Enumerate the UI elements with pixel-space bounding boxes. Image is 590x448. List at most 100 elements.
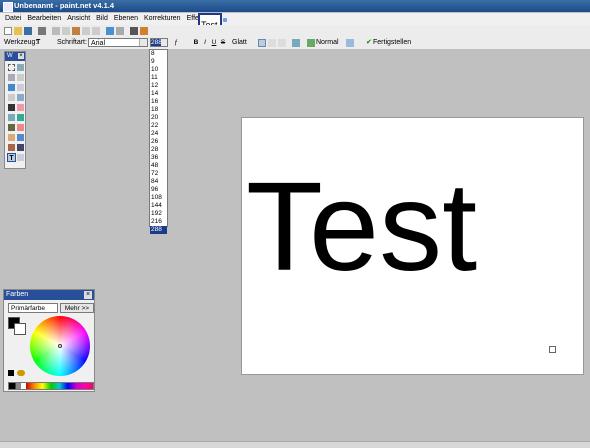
align-left-icon[interactable] [258,39,266,47]
font-size-option[interactable]: 24 [150,130,167,138]
close-image-icon[interactable] [223,18,227,22]
magic-wand-icon[interactable] [17,84,24,91]
recolor-icon[interactable] [8,144,15,151]
ruler-icon[interactable] [140,27,148,35]
open-icon[interactable] [14,27,22,35]
font-select[interactable]: Arial [88,38,148,47]
font-size-option[interactable]: 96 [150,186,167,194]
close-icon[interactable]: × [18,53,24,59]
menu-item-0[interactable]: Datei [2,13,24,25]
text-tool-icon[interactable]: T [36,37,40,49]
font-size-option[interactable]: 20 [150,114,167,122]
font-size-option[interactable]: 216 [150,218,167,226]
bold-button[interactable]: B [192,39,200,47]
font-size-option[interactable]: 8 [150,50,167,58]
font-size-dropdown[interactable]: 8 9 10 11 12 14 16 18 20 22 24 26 28 36 48 72 84 96 108 144… [149,49,168,234]
align-right-icon[interactable] [278,39,286,47]
chevron-down-icon[interactable] [139,39,147,46]
color-wheel[interactable] [30,316,90,376]
print-icon[interactable] [38,27,46,35]
paint-bucket-icon[interactable] [8,104,15,111]
undo-icon[interactable] [106,27,114,35]
font-smoothing-icon[interactable]: ƒ [172,39,180,47]
blend-icon[interactable] [292,39,300,47]
menu-item-4[interactable]: Ebenen [111,13,141,25]
zoom-icon[interactable] [8,84,15,91]
menu-item-1[interactable]: Bearbeiten [24,13,64,25]
font-size-option[interactable]: 10 [150,66,167,74]
menu-item-2[interactable]: Ansicht [64,13,93,25]
secondary-color-swatch[interactable] [14,323,26,335]
font-size-option[interactable]: 14 [150,90,167,98]
copy-icon[interactable] [62,27,70,35]
color-wheel-cursor[interactable] [58,344,62,348]
menu-item-3[interactable]: Bild [93,13,111,25]
font-size-option[interactable]: 22 [150,122,167,130]
font-size-option[interactable]: 12 [150,82,167,90]
font-size-option[interactable]: 72 [150,170,167,178]
color-mode-value: Primärfarbe [11,305,45,312]
font-size-option[interactable]: 144 [150,202,167,210]
font-size-option[interactable]: 26 [150,138,167,146]
cut-icon[interactable] [52,27,60,35]
gradient-icon[interactable] [8,114,15,121]
clone-stamp-icon[interactable] [8,134,15,141]
redo-icon[interactable] [116,27,124,35]
tools-panel-header: W × [5,52,25,61]
font-size-option[interactable]: 192 [150,210,167,218]
move-icon[interactable] [17,64,24,71]
color-mode-select[interactable]: Primärfarbe [8,303,58,313]
close-icon[interactable]: × [84,291,92,299]
align-center-icon[interactable] [268,39,276,47]
line-icon[interactable] [17,144,24,151]
strikethrough-button[interactable]: S [219,39,227,47]
font-size-option[interactable]: 36 [150,154,167,162]
hand-icon[interactable] [17,104,24,111]
ellipse-select-icon[interactable] [8,94,15,101]
image-canvas[interactable]: Test [241,117,584,375]
blend-mode-icon [307,39,315,47]
save-icon[interactable] [24,27,32,35]
paintbrush-icon[interactable] [17,114,24,121]
reset-colors-icon[interactable] [8,370,14,376]
font-size-option[interactable]: 18 [150,106,167,114]
rectangle-select-icon[interactable] [8,64,15,71]
finish-button[interactable]: Fertigstellen [373,37,411,49]
font-size-option[interactable]: 28 [150,146,167,154]
move-selection-icon[interactable] [17,74,24,81]
font-size-option[interactable]: 108 [150,194,167,202]
lasso-icon[interactable] [8,74,15,81]
color-picker-icon[interactable] [17,134,24,141]
window-title: Unbenannt - paint.net v4.1.4 [14,1,115,10]
text-move-handle[interactable] [549,346,556,353]
pencil-icon[interactable] [8,124,15,131]
font-size-option[interactable]: 48 [150,162,167,170]
font-size-option[interactable]: 9 [150,58,167,66]
blend-mode-select[interactable]: Normal [316,37,339,49]
chevron-down-icon[interactable] [161,39,167,46]
deselect-icon[interactable] [92,27,100,35]
italic-button[interactable]: I [201,39,209,47]
eraser-icon[interactable] [17,124,24,131]
pan-icon[interactable] [17,94,24,101]
font-size-select[interactable]: 288 [150,38,168,47]
selection-mode-icon[interactable] [346,39,354,47]
palette-icon[interactable] [17,370,25,376]
more-button[interactable]: Mehr >> [60,303,94,313]
color-palette[interactable] [8,382,94,390]
font-size-option[interactable]: 11 [150,74,167,82]
antialias-select[interactable]: Glatt [232,37,247,49]
font-value: Arial [91,40,106,47]
underline-button[interactable]: U [210,39,218,47]
grid-icon[interactable] [130,27,138,35]
paste-icon[interactable] [72,27,80,35]
crop-icon[interactable] [82,27,90,35]
font-size-option[interactable]: 16 [150,98,167,106]
shapes-icon[interactable] [17,154,24,161]
menu-item-5[interactable]: Korrekturen [141,13,184,25]
text-tool-button[interactable]: T [7,153,16,162]
font-size-option[interactable]: 84 [150,178,167,186]
tool-options-bar: Werkzeug: T Schriftart: Arial 288 ƒ B I … [0,37,590,50]
new-icon[interactable] [4,27,12,35]
font-size-option[interactable]: 288 [150,226,167,234]
